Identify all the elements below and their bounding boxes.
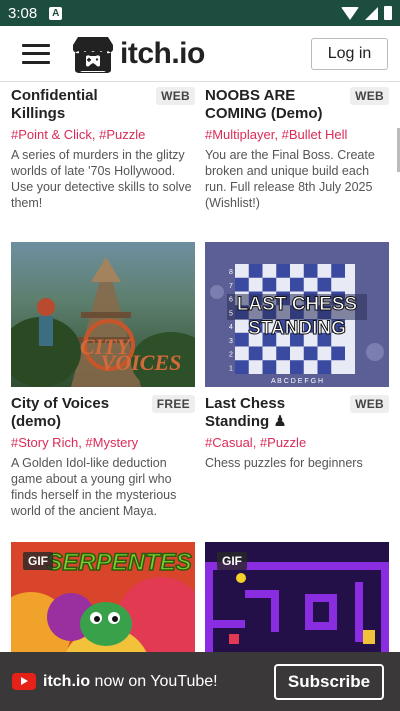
chess-rank-label: 1	[229, 365, 233, 372]
game-title[interactable]: Last Chess Standing ♟	[205, 395, 335, 431]
platform-badge: WEB	[350, 87, 389, 105]
game-title[interactable]: City of Voices (demo)	[11, 395, 141, 431]
itch-logo[interactable]: itch.io	[72, 35, 205, 73]
youtube-brand: itch.io	[43, 672, 91, 690]
platform-badge: WEB	[156, 87, 195, 105]
last-chess-standing-art: LAST CHESS STANDING A B C D E F G H 8 7 6 5…	[210, 264, 384, 385]
game-card[interactable]: Confidential Killings WEB #Point & Click…	[11, 82, 195, 211]
chess-rank-label: 2	[229, 352, 233, 359]
clock: 3:08	[8, 4, 38, 22]
chess-rank-label: 6	[229, 297, 233, 304]
chess-title-line1: LAST CHESS	[237, 294, 357, 315]
game-tags[interactable]: #Casual, #Puzzle	[205, 435, 389, 451]
game-tags[interactable]: #Story Rich, #Mystery	[11, 435, 195, 451]
platform-badge: FREE	[151, 395, 195, 413]
youtube-banner: itch.io now on YouTube! Subscribe	[0, 652, 400, 711]
itch-logo-icon	[73, 36, 113, 73]
game-card[interactable]: GIF	[205, 542, 389, 652]
game-card[interactable]: CITY VOICES City of Voices (demo) FREE #…	[11, 242, 195, 519]
game-description: Chess puzzles for beginners	[205, 456, 363, 470]
city-of-voices-art: CITY VOICES	[11, 257, 195, 387]
menu-icon[interactable]	[22, 43, 50, 64]
game-card[interactable]: LAST CHESS STANDING A B C D E F G H 8 7 6 5…	[205, 242, 389, 471]
game-thumbnail[interactable]: CITY VOICES	[11, 242, 195, 387]
chess-rank-label: 3	[229, 338, 233, 345]
youtube-banner-text: itch.io now on YouTube!	[43, 673, 218, 691]
status-bar: 3:08 A	[0, 0, 400, 26]
battery-icon	[384, 6, 392, 20]
chess-rank-label: 4	[229, 324, 233, 331]
game-tags[interactable]: #Multiplayer, #Bullet Hell	[205, 127, 389, 143]
notification-icon: A	[49, 6, 63, 20]
youtube-message: now on YouTube!	[90, 672, 218, 690]
youtube-icon	[12, 673, 36, 690]
chess-rank-label: 7	[229, 283, 233, 290]
svg-text:VOICES: VOICES	[101, 350, 182, 375]
chess-title-line2: STANDING	[248, 318, 346, 339]
game-title[interactable]: Confidential Killings	[11, 87, 141, 123]
game-title[interactable]: NOOBS ARE COMING (Demo)	[205, 87, 340, 123]
game-feed: Confidential Killings WEB #Point & Click…	[0, 82, 400, 652]
top-bar: itch.io Log in	[0, 26, 400, 82]
game-description: A series of murders in the glitzy worlds…	[11, 148, 192, 210]
game-card[interactable]: SERPENTES GIF	[11, 542, 195, 652]
chess-rank-label: 5	[229, 310, 233, 317]
game-thumbnail[interactable]: SERPENTES GIF	[11, 542, 195, 652]
signal-icon	[365, 6, 378, 20]
game-description: You are the Final Boss. Create broken an…	[205, 148, 375, 210]
login-button[interactable]: Log in	[311, 38, 388, 70]
game-card[interactable]: NOOBS ARE COMING (Demo) WEB #Multiplayer…	[205, 82, 389, 211]
game-description: A Golden Idol-like deduction game about …	[11, 456, 177, 518]
serpentes-logo-text: SERPENTES	[46, 549, 191, 576]
game-thumbnail[interactable]: GIF	[205, 542, 389, 652]
gif-badge: GIF	[23, 552, 53, 570]
platform-badge: WEB	[350, 395, 389, 413]
logo-text: itch.io	[120, 36, 205, 70]
chess-rank-label: 8	[229, 269, 233, 276]
chess-file-labels: A B C D E F G H	[271, 378, 323, 385]
wifi-icon	[341, 6, 359, 20]
game-tags[interactable]: #Point & Click, #Puzzle	[11, 127, 195, 143]
gif-badge: GIF	[217, 552, 247, 570]
subscribe-button[interactable]: Subscribe	[274, 664, 384, 700]
game-thumbnail[interactable]: LAST CHESS STANDING A B C D E F G H 8 7 6 5…	[205, 242, 389, 387]
